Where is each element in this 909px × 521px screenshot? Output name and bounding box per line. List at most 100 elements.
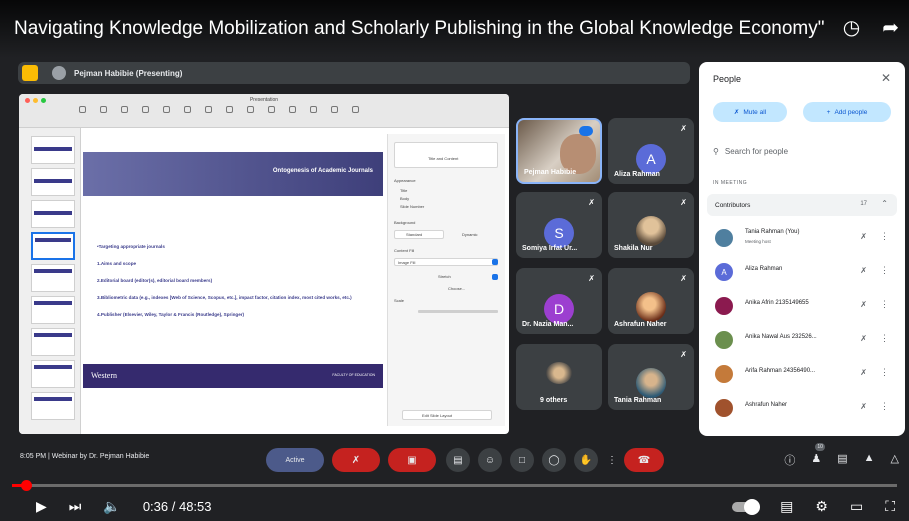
participant-tile-video[interactable]: Pejman Habibie	[516, 118, 602, 184]
participant-name: Ashrafun Naher	[745, 402, 788, 408]
search-input[interactable]: ⚲ Search for people	[713, 144, 893, 158]
participant-tile[interactable]: ✗ Ashrafun Naher	[608, 268, 694, 334]
captions-icon: ▤	[453, 454, 463, 466]
activities-icon[interactable]: ▲	[864, 452, 875, 468]
people-icon[interactable]: ♟ 10	[811, 443, 825, 468]
host-controls-icon[interactable]: △	[891, 452, 899, 468]
slide-bullet: 1.Aims and scope	[97, 261, 137, 266]
keynote-toolbar: Presentation	[19, 94, 509, 128]
title-checkbox[interactable]: Title	[400, 188, 407, 193]
participant-row[interactable]: Anika Nawal Aus 232526... ✗ ⋮	[715, 326, 897, 354]
participant-row[interactable]: A Aliza Rahman ✗ ⋮	[715, 258, 897, 286]
volume-icon[interactable]: 🔈	[103, 498, 120, 515]
avatar	[715, 365, 733, 383]
next-icon[interactable]: ⏭	[69, 498, 82, 515]
captions-button[interactable]: ▤	[446, 448, 470, 472]
mute-all-button[interactable]: ✗ Mute all	[713, 102, 787, 122]
scale-slider[interactable]	[418, 310, 498, 313]
chat-icon[interactable]: ▤	[837, 452, 847, 468]
participant-row[interactable]: Ashrafun Naher ✗ ⋮	[715, 394, 897, 422]
participant-tile[interactable]: ✗ A Aliza Rahman	[608, 118, 694, 184]
emoji-button[interactable]: ☺	[478, 448, 502, 472]
play-icon[interactable]: ▶	[36, 498, 47, 515]
mic-off-icon[interactable]: ✗	[860, 232, 867, 241]
others-tile[interactable]: 9 others	[516, 344, 602, 410]
people-panel: People ✕ ✗ Mute all + Add people ⚲ Searc…	[699, 62, 905, 436]
participant-tile[interactable]: ✗ D Dr. Nazia Man...	[516, 268, 602, 334]
participant-tile[interactable]: ✗ Shakila Nur	[608, 192, 694, 258]
record-button[interactable]: ◯	[542, 448, 566, 472]
participant-row[interactable]: Anika Afrin 2135149655 ✗ ⋮	[715, 292, 897, 320]
active-speaker-pill[interactable]: Active	[266, 448, 324, 472]
text-icon	[205, 106, 212, 113]
more-options-icon[interactable]: ⋮	[880, 367, 889, 378]
participant-video	[560, 134, 596, 174]
present-button[interactable]: □	[510, 448, 534, 472]
fullscreen-icon[interactable]: ⛶	[885, 498, 895, 515]
share-arrow-icon[interactable]: ➦	[882, 18, 899, 38]
mic-off-icon[interactable]: ✗	[860, 334, 867, 343]
layout-label: Title and Content	[428, 156, 459, 161]
slide-title: Ontogenesis of Academic Journals	[272, 168, 373, 174]
video-title-bar: Navigating Knowledge Mobilization and Sc…	[0, 0, 909, 58]
stretch-toggle[interactable]	[492, 274, 498, 280]
autoplay-toggle[interactable]	[732, 498, 761, 515]
participant-row[interactable]: Tania Rahman (You) Meeting host ✗ ⋮	[715, 224, 897, 252]
close-icon[interactable]: ✕	[881, 71, 891, 85]
miniplayer-icon[interactable]: ▭	[850, 498, 863, 515]
mic-off-icon[interactable]: ✗	[860, 402, 867, 411]
media-icon	[247, 106, 254, 113]
phone-hangup-icon: ☎	[637, 454, 651, 466]
more-options-icon[interactable]: ⋮	[880, 401, 889, 412]
mic-off-icon[interactable]: ✗	[860, 300, 867, 309]
mic-toggle-button[interactable]: ✗	[332, 448, 380, 472]
participant-name: Somiya Irfat Ur...	[522, 245, 578, 252]
info-icon[interactable]: ⓘ	[784, 452, 795, 468]
screen: Navigating Knowledge Mobilization and Sc…	[0, 0, 909, 521]
mic-off-icon: ✗	[680, 124, 687, 133]
video-scrubber[interactable]	[21, 480, 32, 491]
search-placeholder: Search for people	[724, 146, 789, 156]
add-people-button[interactable]: + Add people	[803, 102, 891, 122]
stretch-label[interactable]: Stretch	[438, 274, 451, 279]
meet-side-controls: ⓘ ♟ 10 ▤ ▲ △	[784, 443, 899, 468]
shape-icon	[226, 106, 233, 113]
participant-name: Shakila Nur	[614, 245, 653, 252]
meet-logo-icon	[22, 65, 38, 81]
document-icon	[352, 106, 359, 113]
slide-footer: Western FACULTY OF EDUCATION	[83, 364, 383, 388]
background-label: Background	[394, 220, 416, 225]
chevron-up-icon[interactable]: ⌃	[881, 199, 888, 208]
mic-off-icon[interactable]: ✗	[860, 266, 867, 275]
choose-button[interactable]: Choose...	[448, 286, 465, 291]
more-options-icon[interactable]: ⋮	[880, 333, 889, 344]
settings-icon[interactable]: ⚙	[815, 498, 828, 515]
leave-call-button[interactable]: ☎	[624, 448, 664, 472]
raise-hand-button[interactable]: ✋	[574, 448, 598, 472]
slide-number-checkbox[interactable]: Slide Number	[400, 204, 424, 209]
more-options-button[interactable]: ⋮	[604, 448, 620, 472]
hand-icon: ✋	[579, 454, 593, 466]
fill-toggle[interactable]	[492, 259, 498, 265]
participant-tile[interactable]: ✗ Tania Rahman	[608, 344, 694, 410]
participant-name: Anika Afrin 2135149655	[745, 300, 809, 306]
more-options-icon: ⋮	[607, 454, 617, 466]
mic-off-icon[interactable]: ✗	[860, 368, 867, 377]
contributors-header[interactable]: Contributors 17 ⌃	[707, 194, 897, 216]
more-options-icon[interactable]: ⋮	[880, 265, 889, 276]
participant-row[interactable]: Arifa Rahman 24356490... ✗ ⋮	[715, 360, 897, 388]
subtitles-icon[interactable]: ▤	[780, 498, 793, 515]
slide-header-band: Ontogenesis of Academic Journals	[83, 152, 383, 196]
more-options-icon[interactable]: ⋮	[880, 299, 889, 310]
dynamic-label[interactable]: Dynamic	[462, 232, 478, 237]
more-options-icon[interactable]: ⋮	[880, 231, 889, 242]
avatar	[715, 297, 733, 315]
participant-tile[interactable]: ✗ S Somiya Irfat Ur...	[516, 192, 602, 258]
body-checkbox[interactable]: Body	[400, 196, 409, 201]
participant-name: Arifa Rahman 24356490...	[745, 368, 816, 374]
keynote-title: Presentation	[249, 97, 279, 103]
faculty-label: FACULTY OF EDUCATION	[332, 373, 375, 377]
video-progress-bar[interactable]	[12, 484, 897, 487]
camera-toggle-button[interactable]: ▣	[388, 448, 436, 472]
clock-icon[interactable]: ◷	[843, 18, 860, 38]
